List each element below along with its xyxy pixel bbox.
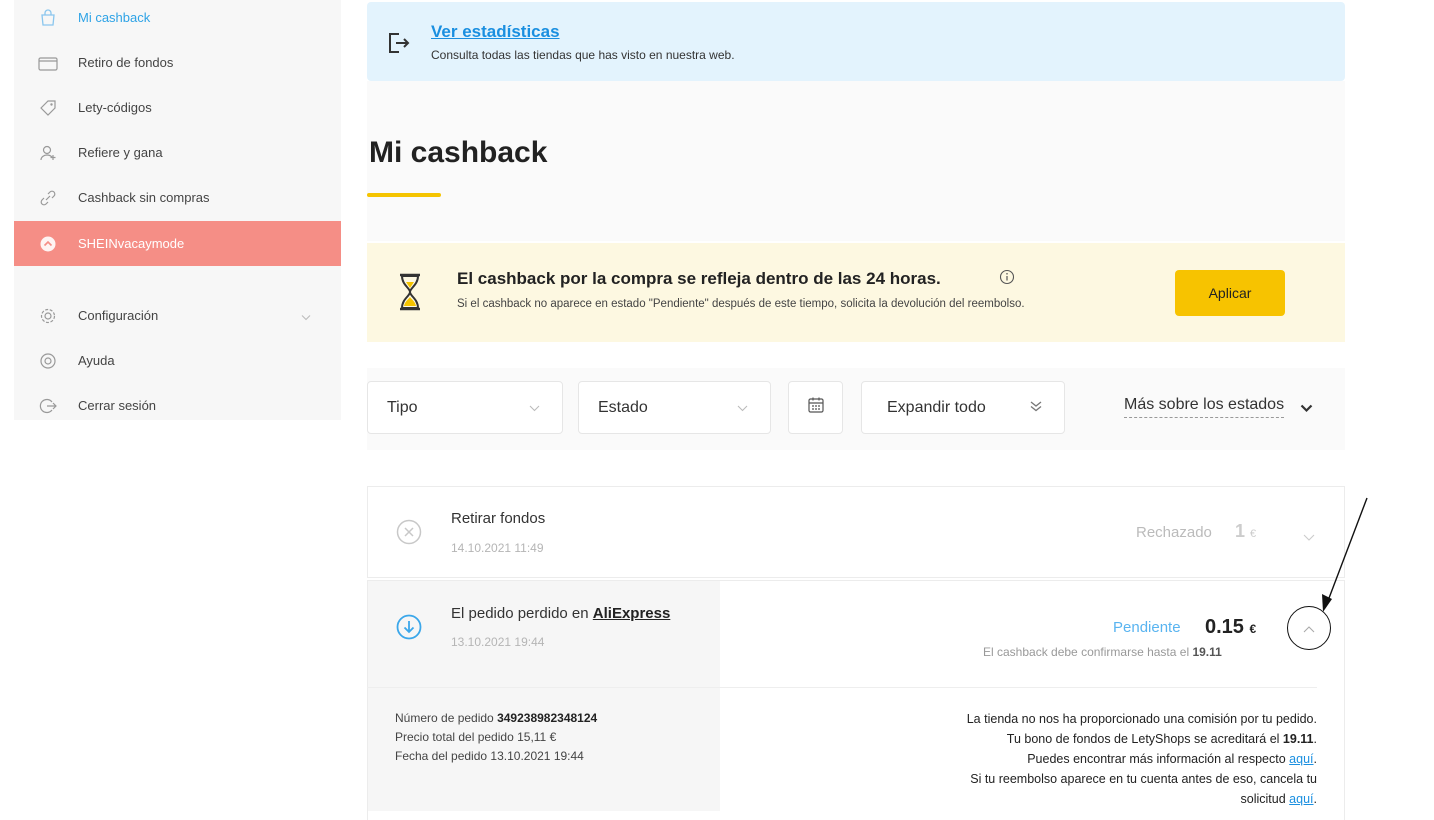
sidebar-item-label: Configuración <box>78 308 159 323</box>
bag-icon <box>38 8 58 28</box>
date-filter[interactable] <box>788 381 843 434</box>
sidebar-item-label: SHEINvacaymode <box>78 236 185 251</box>
double-chevron-down-icon <box>1030 399 1042 417</box>
tag-icon <box>38 98 58 118</box>
transaction-title: El pedido perdido en AliExpress <box>451 605 671 622</box>
user-add-icon <box>38 143 58 163</box>
sidebar-item-label: Refiere y gana <box>78 145 163 160</box>
annotation-arrow <box>1322 497 1368 612</box>
chevron-up-icon <box>1303 621 1315 636</box>
page-title: Mi cashback <box>369 136 548 169</box>
transaction-date: 14.10.2021 11:49 <box>451 541 544 555</box>
promo-icon <box>38 234 58 254</box>
chevron-down-icon <box>529 399 540 417</box>
cancel-request-link[interactable]: aquí <box>1289 792 1313 806</box>
status-filter[interactable]: Estado <box>578 381 771 434</box>
sidebar-item-label: Ayuda <box>78 353 115 368</box>
download-arrow-icon <box>396 614 422 645</box>
hourglass-icon <box>397 273 423 316</box>
sidebar-item-mi-cashback[interactable]: Mi cashback <box>14 0 341 40</box>
expand-all-label: Expandir todo <box>887 398 986 416</box>
type-filter[interactable]: Tipo <box>367 381 563 434</box>
sidebar-item-promo[interactable]: SHEINvacaymode <box>14 221 341 266</box>
confirm-note: El cashback debe confirmarse hasta el 19… <box>983 645 1222 659</box>
notice-title: El cashback por la compra se refleja den… <box>457 269 941 288</box>
info-message: La tienda no nos ha proporcionado una co… <box>966 712 1317 806</box>
calendar-icon <box>807 396 825 419</box>
notice-subtitle: Si el cashback no aparece en estado "Pen… <box>457 298 1025 310</box>
sidebar: Mi cashback Retiro de fondos Lety-código… <box>14 0 341 420</box>
sidebar-item-cashback-sin-compras[interactable]: Cashback sin compras <box>14 175 341 220</box>
sidebar-item-retiro[interactable]: Retiro de fondos <box>14 40 341 85</box>
status-filter-label: Estado <box>598 398 648 416</box>
transaction-title: Retirar fondos <box>451 510 546 527</box>
sidebar-item-refiere[interactable]: Refiere y gana <box>14 130 341 175</box>
stats-subtitle: Consulta todas las tiendas que has visto… <box>431 48 735 62</box>
link-icon <box>38 188 58 208</box>
status-badge: Pendiente <box>1113 619 1181 636</box>
sidebar-item-label: Retiro de fondos <box>78 55 174 70</box>
rejected-icon <box>396 519 422 550</box>
sidebar-item-cerrar-sesion[interactable]: Cerrar sesión <box>14 383 341 428</box>
order-number: Número de pedido 349238982348124 <box>395 711 598 725</box>
type-filter-label: Tipo <box>387 398 418 416</box>
divider <box>367 687 1317 688</box>
expand-all-toggle[interactable]: Expandir todo <box>861 381 1065 434</box>
help-icon <box>38 351 58 371</box>
transaction-date: 13.10.2021 19:44 <box>451 635 545 649</box>
sidebar-item-label: Cashback sin compras <box>78 190 210 205</box>
more-states-link[interactable]: Más sobre los estados <box>1124 396 1285 418</box>
exit-arrow-icon <box>385 30 411 61</box>
info-icon[interactable] <box>999 269 1015 290</box>
logout-icon <box>38 396 58 416</box>
transaction-amount: 0.15 € <box>1205 616 1257 638</box>
chevron-down-icon <box>301 308 311 323</box>
status-badge: Rechazado <box>1136 524 1212 541</box>
sidebar-item-label: Mi cashback <box>78 10 151 25</box>
apply-button[interactable]: Aplicar <box>1175 270 1285 316</box>
order-total: Precio total del pedido 15,11 € <box>395 730 557 744</box>
order-date: Fecha del pedido 13.10.2021 19:44 <box>395 749 584 763</box>
transaction-amount: 1 € <box>1235 521 1257 541</box>
title-underline <box>367 193 441 197</box>
chevron-down-icon[interactable] <box>1300 400 1313 418</box>
sidebar-item-label: Cerrar sesión <box>78 398 157 413</box>
sidebar-item-lety-codigos[interactable]: Lety-códigos <box>14 85 341 130</box>
stats-link[interactable]: Ver estadísticas <box>431 22 560 42</box>
sidebar-item-ayuda[interactable]: Ayuda <box>14 338 341 383</box>
stats-banner: Ver estadísticas Consulta todas las tien… <box>367 2 1345 81</box>
more-info-link[interactable]: aquí <box>1289 752 1313 766</box>
store-link[interactable]: AliExpress <box>593 605 671 622</box>
sidebar-item-label: Lety-códigos <box>78 100 152 115</box>
gear-icon <box>38 306 58 326</box>
sidebar-item-configuracion[interactable]: Configuración <box>14 293 341 338</box>
chevron-down-icon <box>737 399 748 417</box>
wallet-icon <box>38 53 58 73</box>
